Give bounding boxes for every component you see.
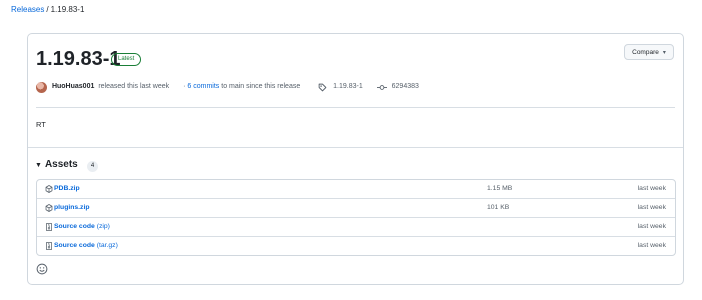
asset-date: last week [637,242,666,249]
asset-date: last week [637,223,666,230]
file-zip-icon [46,242,52,250]
latest-badge: Latest [111,53,142,66]
file-zip-icon [46,223,52,231]
commits-suffix: to main since this release [221,83,301,90]
author-link[interactable]: HuoHuas001 [52,81,94,93]
asset-row: PDB.zip 1.15 MB last week [37,180,675,199]
commits-link[interactable]: 6 commits [187,83,219,90]
breadcrumb: Releases/1.19.83-1 [11,4,84,16]
asset-row: Source code (tar.gz) last week [37,237,675,255]
triangle-down-icon: ▼ [35,162,42,169]
avatar[interactable] [36,81,47,93]
commits-info: · 6 commits to main since this release [183,81,300,93]
assets-toggle[interactable]: ▼ Assets [35,159,78,172]
tag-link[interactable]: 1.19.83-1 [333,81,363,93]
divider [28,147,683,148]
assets-list: PDB.zip 1.15 MB last week plugins.zip 10… [36,179,676,256]
commit-icon [376,84,387,90]
package-icon [45,204,53,212]
asset-date: last week [637,185,666,192]
asset-link[interactable]: Source code (tar.gz) [54,237,118,255]
assets-count-badge: 4 [87,161,98,172]
commit-sha-link[interactable]: 6294383 [392,81,419,93]
breadcrumb-releases-link[interactable]: Releases [11,5,44,14]
asset-row: plugins.zip 101 KB last week [37,199,675,218]
compare-button[interactable]: Compare ▾ [624,44,674,60]
tag-icon [318,83,327,91]
commits-prefix: · [183,83,186,90]
asset-link[interactable]: plugins.zip [54,199,90,217]
chevron-down-icon: ▾ [662,50,666,56]
release-card: 1.19.83-1 Latest Compare ▾ HuoHuas001 rel… [27,33,684,285]
package-icon [45,185,53,193]
smiley-icon[interactable] [36,263,48,275]
release-title[interactable]: 1.19.83-1 [36,47,121,71]
release-notes: RT [36,120,46,129]
asset-date: last week [637,204,666,211]
compare-label: Compare [632,49,659,56]
asset-link[interactable]: Source code (zip) [54,218,110,236]
breadcrumb-separator: / [46,5,49,14]
divider [36,107,675,108]
assets-heading: Assets [44,159,78,170]
asset-size: 1.15 MB [487,185,513,192]
released-text: released this last week [98,83,170,90]
asset-link[interactable]: PDB.zip [54,180,80,198]
breadcrumb-current: 1.19.83-1 [50,5,85,14]
asset-size: 101 KB [487,204,510,211]
release-meta: HuoHuas001 released this last week · 6 c… [36,81,419,93]
asset-row: Source code (zip) last week [37,218,675,237]
